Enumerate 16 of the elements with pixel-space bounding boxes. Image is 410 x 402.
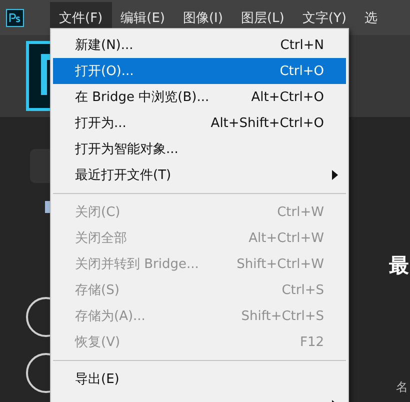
menu-item[interactable]: 打开(O)... Ctrl+O: [53, 58, 346, 84]
menu-bar-item[interactable]: 编辑(E): [112, 2, 174, 34]
section-heading: 最: [389, 252, 409, 279]
menu-bar-item[interactable]: 图像(I): [174, 2, 232, 34]
app-logo-icon[interactable]: [6, 8, 24, 26]
menu-item[interactable]: 在 Bridge 中浏览(B)... Alt+Ctrl+O: [53, 84, 346, 110]
menu-item[interactable]: 新建(N)... Ctrl+N: [53, 32, 346, 58]
menu-bar-item[interactable]: 选: [355, 2, 386, 34]
menu-item[interactable]: 打开为... Alt+Shift+Ctrl+O: [53, 110, 346, 136]
menu-bar-item[interactable]: 图层(L): [232, 2, 294, 34]
column-label: 名: [396, 379, 408, 396]
menu-bar-item[interactable]: 文字(Y): [293, 2, 356, 34]
menu-item[interactable]: 导出(E): [53, 366, 346, 392]
menu-item[interactable]: 打开为智能对象...: [53, 136, 346, 162]
submenu-arrow-icon: [332, 170, 338, 180]
menu-item[interactable]: 最近打开文件(T): [53, 162, 346, 188]
